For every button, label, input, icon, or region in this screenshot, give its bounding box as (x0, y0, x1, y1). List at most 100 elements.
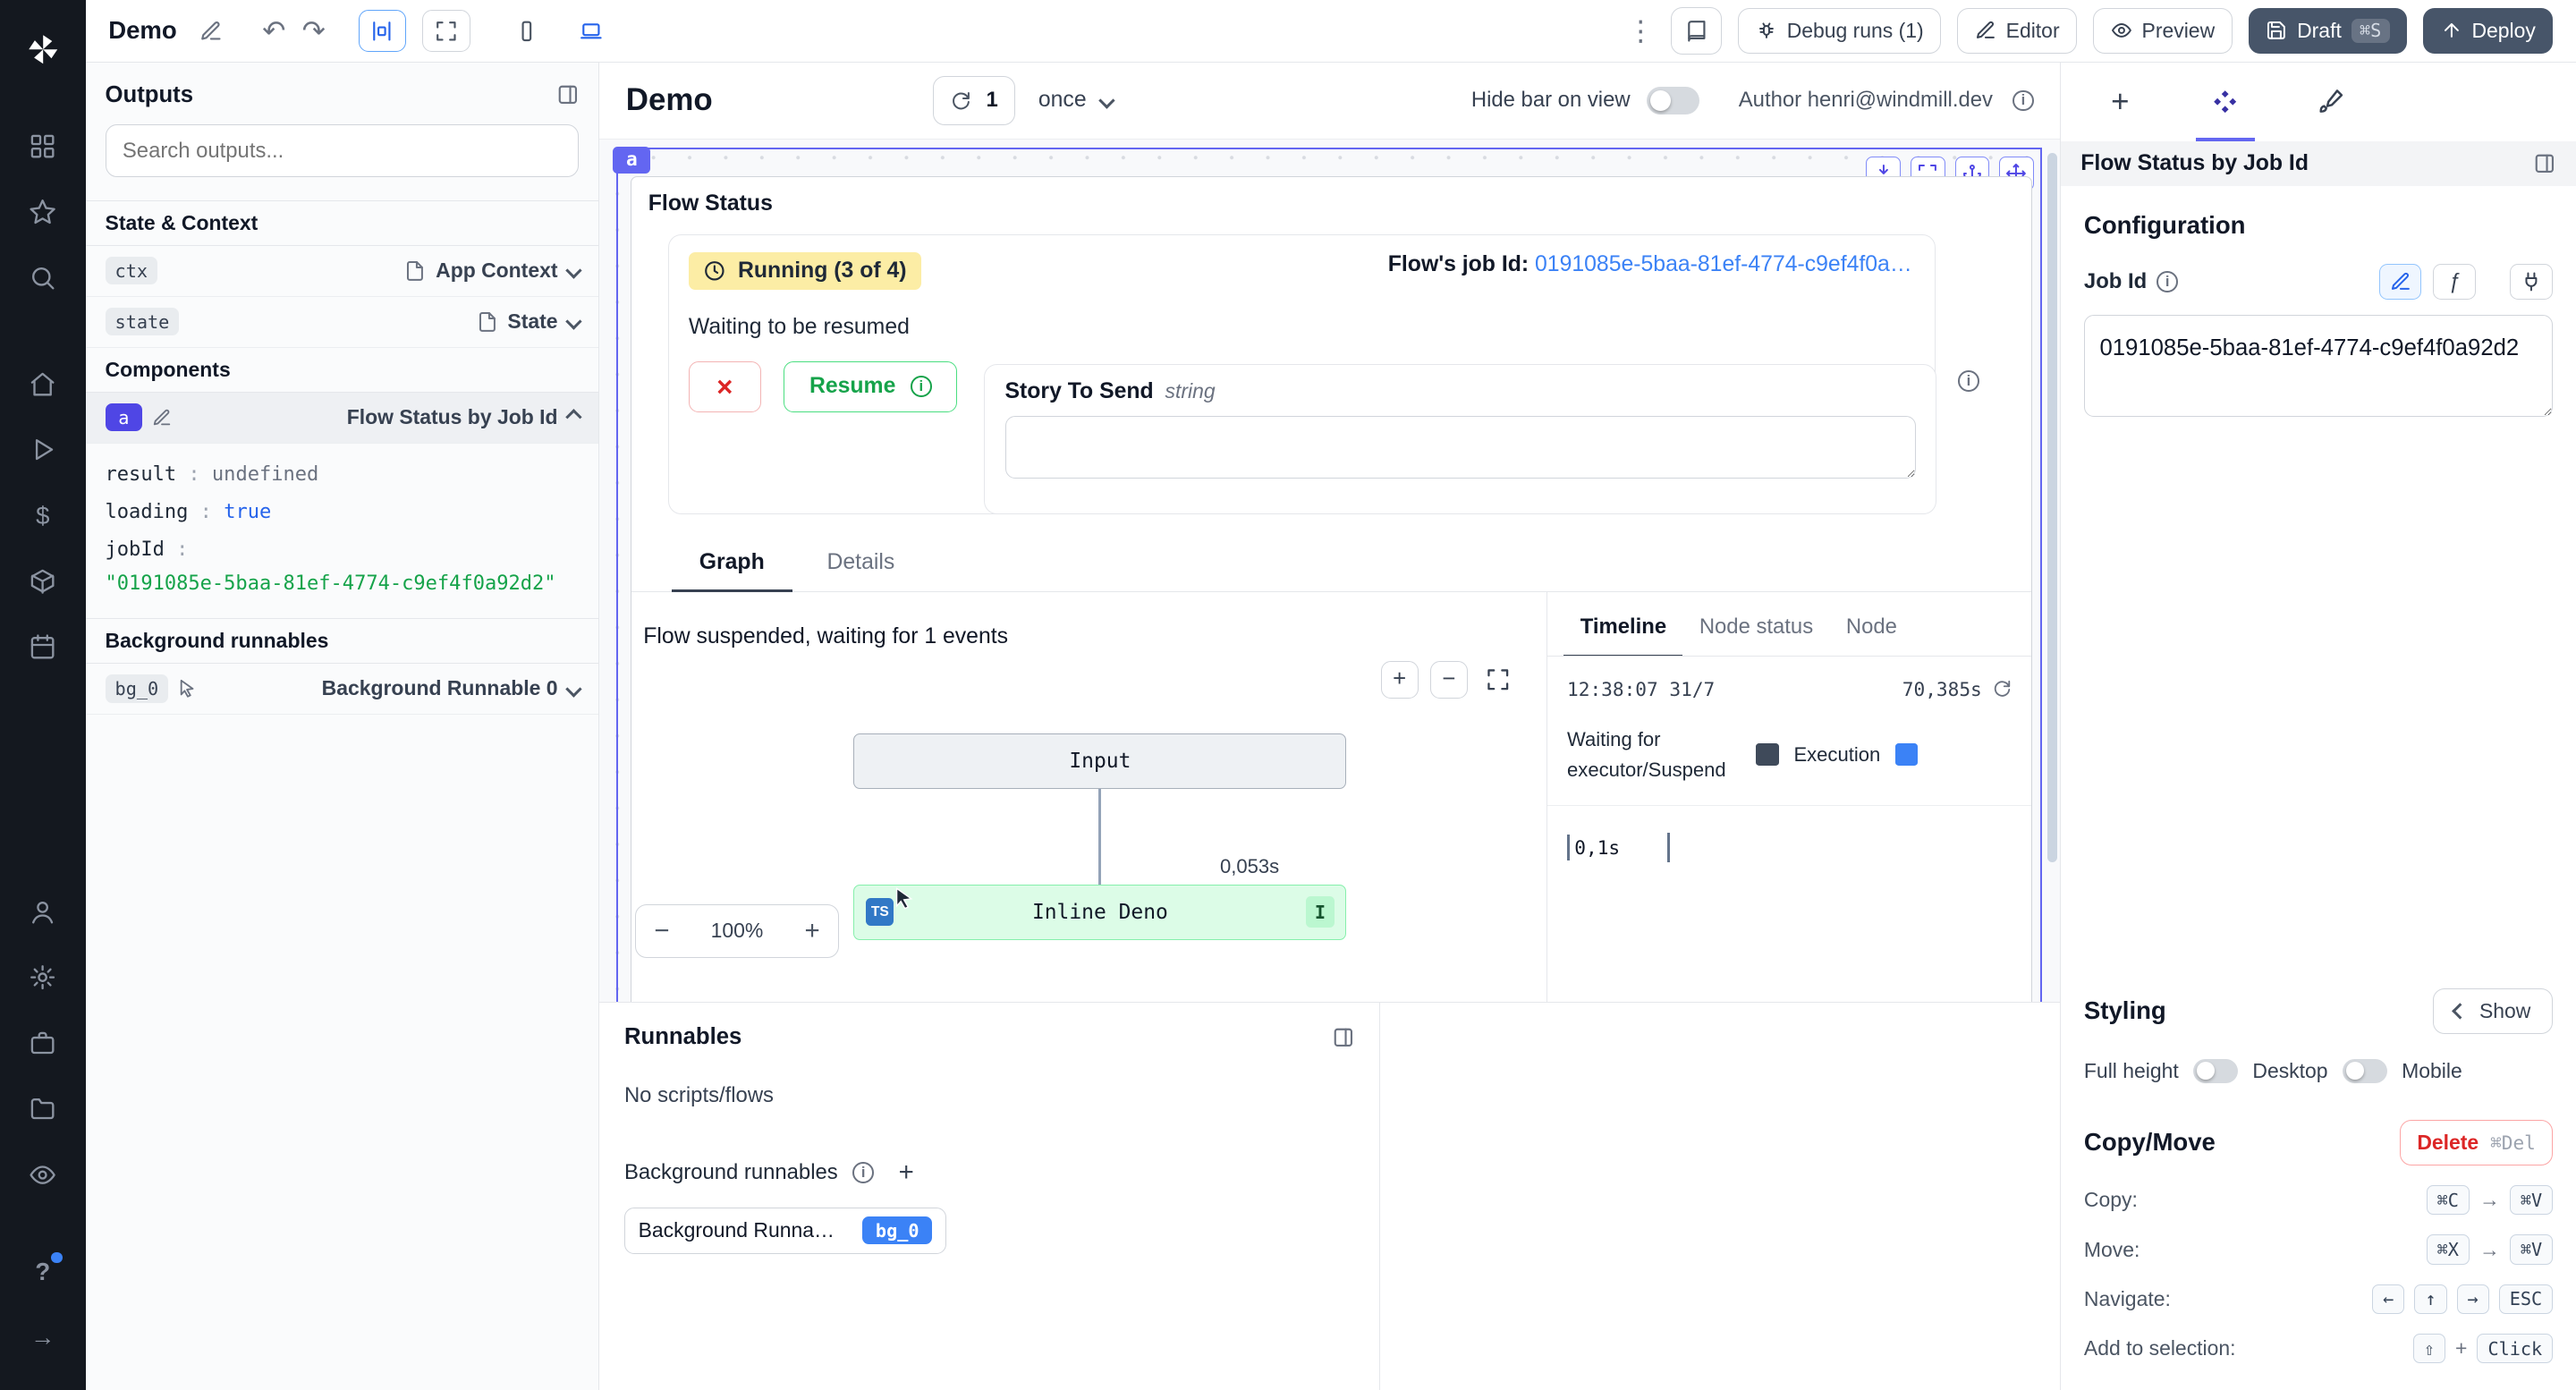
help-icon[interactable]: ? (18, 1247, 67, 1296)
add-bg-runnable-button[interactable]: + (899, 1157, 914, 1188)
graph-edge (1098, 789, 1101, 885)
suspend-info-icon[interactable]: i (1958, 370, 1979, 392)
chevron-down-icon[interactable] (565, 263, 581, 279)
tab-node[interactable]: Node (1830, 605, 1914, 656)
bg-runnable-row[interactable]: bg_0 Background Runnable 0 (86, 664, 599, 715)
job-id-link[interactable]: 0191085e-5baa-81ef-4774-c9ef4f0a… (1535, 252, 1912, 276)
bg-runnables-info-icon[interactable]: i (852, 1162, 874, 1183)
graph-node-inline-deno[interactable]: TS Inline Deno I (853, 885, 1346, 940)
rename-pencil-icon[interactable] (199, 20, 223, 43)
connect-plug-button[interactable] (2510, 264, 2553, 300)
preview-button[interactable]: Preview (2093, 8, 2232, 54)
fit-width-button[interactable] (359, 10, 406, 53)
resume-button[interactable]: Resume i (784, 361, 957, 412)
schedule-select[interactable]: once (1038, 88, 1113, 113)
delete-component-button[interactable]: Delete ⌘Del (2400, 1120, 2553, 1165)
bg-runnable-item[interactable]: Background Runnable 0 bg_0 (624, 1208, 946, 1253)
docs-book-button[interactable] (1671, 7, 1722, 55)
running-status-chip: Running (3 of 4) (689, 252, 921, 291)
legend-waiting-label: Waiting for executor/Suspend (1567, 725, 1741, 784)
tab-graph[interactable]: Graph (672, 540, 792, 593)
desktop-mobile-toggle[interactable] (2343, 1059, 2387, 1084)
schedules-icon[interactable] (18, 623, 67, 672)
outputs-panel: Outputs State & Context ctx App Context … (86, 63, 600, 1390)
tab-node-status[interactable]: Node status (1682, 605, 1829, 656)
zoom-out-button[interactable]: − (654, 918, 669, 944)
folders-icon[interactable] (18, 1084, 67, 1133)
fullscreen-canvas-button[interactable] (422, 10, 470, 53)
collapse-panel-icon[interactable] (556, 83, 580, 106)
variables-icon[interactable]: $ (18, 491, 67, 540)
canvas-scrollbar[interactable] (2047, 153, 2057, 862)
insert-component-tab[interactable]: + (2068, 63, 2174, 141)
graph-expand-icon[interactable] (1486, 667, 1511, 692)
settings-gear-icon[interactable] (18, 953, 67, 1002)
app-canvas[interactable]: a Flow Status Running (3 of 4) (599, 140, 2060, 1002)
tab-details[interactable]: Details (799, 540, 922, 591)
undo-icon[interactable]: ↶ (262, 17, 285, 45)
cancel-button[interactable]: × (689, 361, 761, 412)
graph-zoom-in-button[interactable]: + (1381, 661, 1419, 699)
collapse-sidebar-icon[interactable]: → (18, 1313, 67, 1362)
component-settings-tab[interactable] (2173, 63, 2278, 141)
selected-component[interactable]: a Flow Status Running (3 of 4) (616, 148, 2042, 1002)
windmill-logo[interactable] (18, 25, 67, 74)
user-icon[interactable] (18, 887, 67, 937)
story-input[interactable] (1005, 416, 1917, 479)
runs-icon[interactable] (18, 426, 67, 475)
refresh-icon (950, 90, 971, 112)
resources-icon[interactable] (18, 556, 67, 606)
draft-button[interactable]: Draft ⌘S (2249, 8, 2407, 54)
edit-id-pencil-icon[interactable] (152, 408, 172, 428)
full-height-toggle[interactable] (2193, 1059, 2238, 1084)
refresh-runs-button[interactable]: 1 (933, 76, 1015, 125)
chevron-down-icon[interactable] (565, 313, 581, 329)
mouse-cursor-icon (893, 886, 918, 917)
debug-runs-button[interactable]: Debug runs (1) (1738, 8, 1941, 54)
story-field-label: Story To Send (1005, 379, 1154, 403)
plus-sign: + (2455, 1336, 2467, 1360)
editor-button[interactable]: Editor (1957, 8, 2077, 54)
tab-timeline[interactable]: Timeline (1563, 605, 1682, 657)
kbd-left: ← (2372, 1284, 2404, 1314)
refresh-icon[interactable] (1992, 679, 2012, 699)
graph-node-input[interactable]: Input (853, 733, 1346, 789)
hide-bar-toggle[interactable] (1647, 87, 1699, 114)
workers-icon[interactable] (18, 1019, 67, 1068)
deploy-button[interactable]: Deploy (2423, 8, 2553, 54)
timeline-start-time: 12:38:07 31/7 (1567, 678, 1715, 700)
search-outputs-input[interactable] (123, 139, 562, 164)
theme-brush-tab[interactable] (2278, 63, 2384, 141)
chevron-up-icon[interactable] (565, 409, 581, 425)
desktop-view-button[interactable] (567, 10, 614, 53)
collapse-panel-icon[interactable] (1332, 1026, 1355, 1049)
ct-row-ctx[interactable]: ctx App Context (86, 246, 599, 297)
component-row-a[interactable]: a Flow Status by Job Id (86, 393, 599, 444)
ct-row-state[interactable]: state State (86, 297, 599, 348)
jobid-info-icon[interactable]: i (2157, 271, 2178, 292)
more-menu-icon[interactable]: ⋮ (1627, 17, 1655, 45)
graph-zoom-out-button[interactable]: − (1430, 661, 1468, 699)
author-info-icon[interactable]: i (2012, 90, 2034, 112)
collapse-panel-icon[interactable] (2533, 152, 2556, 175)
expression-fn-button[interactable]: ƒ (2433, 264, 2476, 300)
favorites-star-icon[interactable] (18, 187, 67, 236)
show-styling-button[interactable]: Show (2433, 988, 2554, 1034)
jobid-string-value: "0191085e-5baa-81ef-4774-c9ef4f0a92d2" (106, 569, 580, 598)
home-icon[interactable] (18, 360, 67, 409)
redo-icon[interactable]: ↷ (302, 17, 326, 45)
chevron-down-icon[interactable] (565, 681, 581, 697)
jobid-value-input[interactable]: 0191085e-5baa-81ef-4774-c9ef4f0a92d2 (2084, 315, 2553, 417)
apps-icon[interactable] (18, 122, 67, 171)
prop-loading: loading : true (106, 494, 580, 531)
inspector-component-title: Flow Status by Job Id (2080, 151, 2309, 176)
search-icon[interactable] (18, 253, 67, 302)
audit-logs-eye-icon[interactable] (18, 1150, 67, 1199)
shortcut-row-move: Move: ⌘X → ⌘V (2084, 1234, 2553, 1264)
mobile-view-button[interactable] (503, 10, 550, 53)
kbd-paste: ⌘V (2510, 1234, 2553, 1264)
static-value-pencil-button[interactable] (2379, 264, 2422, 300)
zoom-in-button[interactable]: + (804, 918, 819, 944)
flow-graph[interactable]: Flow suspended, waiting for 1 events + −… (631, 592, 1546, 1003)
outputs-title: Outputs (106, 82, 194, 108)
